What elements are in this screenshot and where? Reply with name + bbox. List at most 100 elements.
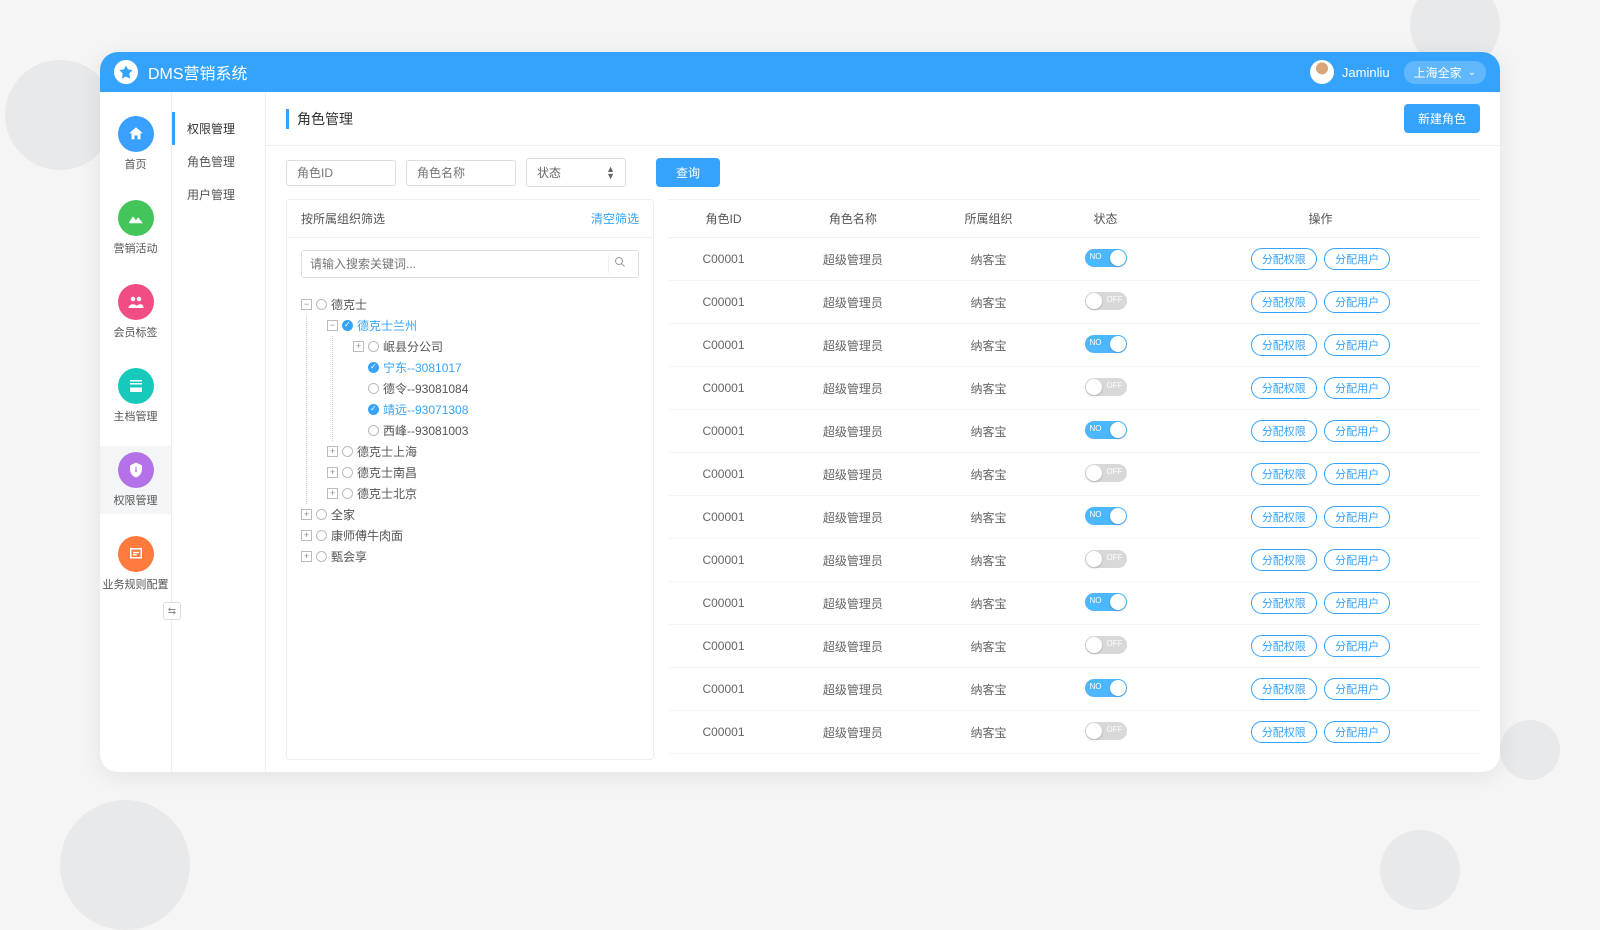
status-toggle[interactable]: NO bbox=[1085, 679, 1127, 697]
subnav-item[interactable]: 角色管理 bbox=[172, 145, 265, 178]
role-id-input[interactable] bbox=[286, 160, 396, 186]
tree-toggle-icon[interactable]: + bbox=[327, 467, 338, 478]
assign-user-button[interactable]: 分配用户 bbox=[1324, 721, 1390, 743]
assign-user-button[interactable]: 分配用户 bbox=[1324, 549, 1390, 571]
assign-user-button[interactable]: 分配用户 bbox=[1324, 592, 1390, 614]
tree-node[interactable]: +甄会享 bbox=[301, 546, 639, 567]
tree-toggle-icon[interactable]: + bbox=[327, 488, 338, 499]
cell-role-id: C00001 bbox=[668, 324, 779, 367]
tree-radio[interactable] bbox=[368, 404, 379, 415]
nav-item[interactable]: 权限管理 bbox=[100, 446, 171, 514]
assign-user-button[interactable]: 分配用户 bbox=[1324, 678, 1390, 700]
status-toggle[interactable]: OFF bbox=[1085, 464, 1127, 482]
nav-item[interactable]: 会员标签 bbox=[100, 278, 171, 346]
assign-user-button[interactable]: 分配用户 bbox=[1324, 377, 1390, 399]
assign-perm-button[interactable]: 分配权限 bbox=[1251, 592, 1317, 614]
nav-item[interactable]: 主档管理 bbox=[100, 362, 171, 430]
query-button[interactable]: 查询 bbox=[656, 158, 720, 187]
status-toggle[interactable]: NO bbox=[1085, 335, 1127, 353]
assign-user-button[interactable]: 分配用户 bbox=[1324, 506, 1390, 528]
status-toggle[interactable]: OFF bbox=[1085, 292, 1127, 310]
tree-toggle-icon[interactable]: − bbox=[301, 299, 312, 310]
tree-radio[interactable] bbox=[342, 320, 353, 331]
assign-user-button[interactable]: 分配用户 bbox=[1324, 635, 1390, 657]
tree-node[interactable]: 西峰--93081003 bbox=[353, 420, 639, 441]
tree-node[interactable]: +德克士北京 bbox=[327, 483, 639, 504]
location-select[interactable]: 上海全家 ⌄ bbox=[1404, 61, 1486, 84]
toggle-knob bbox=[1110, 680, 1126, 696]
tree-label: 德令--93081084 bbox=[383, 380, 468, 397]
tree-radio[interactable] bbox=[316, 551, 327, 562]
tree-node[interactable]: +康师傅牛肉面 bbox=[301, 525, 639, 546]
tree-node[interactable]: 宁东--3081017 bbox=[353, 357, 639, 378]
new-role-button[interactable]: 新建角色 bbox=[1404, 104, 1480, 133]
tree-radio[interactable] bbox=[316, 530, 327, 541]
select-arrows-icon: ▲▼ bbox=[606, 166, 615, 180]
status-select[interactable]: 状态 ▲▼ bbox=[526, 158, 626, 187]
tree-node[interactable]: + 岷县分公司 bbox=[353, 336, 639, 357]
subnav-item[interactable]: 用户管理 bbox=[172, 178, 265, 211]
assign-user-button[interactable]: 分配用户 bbox=[1324, 334, 1390, 356]
tree-toggle-icon[interactable]: + bbox=[353, 341, 364, 352]
avatar[interactable] bbox=[1310, 60, 1334, 84]
tree-node[interactable]: 德令--93081084 bbox=[353, 378, 639, 399]
tree-search-input[interactable] bbox=[310, 257, 608, 271]
assign-perm-button[interactable]: 分配权限 bbox=[1251, 248, 1317, 270]
tree-radio[interactable] bbox=[342, 446, 353, 457]
clear-filter-link[interactable]: 清空筛选 bbox=[591, 210, 639, 227]
tree-radio[interactable] bbox=[342, 467, 353, 478]
role-name-input[interactable] bbox=[406, 160, 516, 186]
status-toggle[interactable]: OFF bbox=[1085, 550, 1127, 568]
assign-perm-button[interactable]: 分配权限 bbox=[1251, 678, 1317, 700]
tree-toggle-icon[interactable]: − bbox=[327, 320, 338, 331]
nav-label: 主档管理 bbox=[114, 408, 158, 424]
assign-perm-button[interactable]: 分配权限 bbox=[1251, 721, 1317, 743]
assign-perm-button[interactable]: 分配权限 bbox=[1251, 291, 1317, 313]
assign-perm-button[interactable]: 分配权限 bbox=[1251, 463, 1317, 485]
cell-status: NO bbox=[1050, 496, 1161, 539]
status-toggle[interactable]: NO bbox=[1085, 249, 1127, 267]
status-toggle[interactable]: NO bbox=[1085, 593, 1127, 611]
tree-node[interactable]: +德克士上海 bbox=[327, 441, 639, 462]
assign-perm-button[interactable]: 分配权限 bbox=[1251, 635, 1317, 657]
tree-radio[interactable] bbox=[368, 341, 379, 352]
nav-item[interactable]: 首页 bbox=[100, 110, 171, 178]
nav-item[interactable]: 营销活动 bbox=[100, 194, 171, 262]
table-row: C00001 超级管理员 纳客宝 OFF 分配权限 分配用户 bbox=[668, 281, 1480, 324]
assign-perm-button[interactable]: 分配权限 bbox=[1251, 334, 1317, 356]
tree-node[interactable]: +德克士南昌 bbox=[327, 462, 639, 483]
tree-toggle-icon[interactable]: + bbox=[301, 509, 312, 520]
assign-user-button[interactable]: 分配用户 bbox=[1324, 248, 1390, 270]
tree-radio[interactable] bbox=[368, 362, 379, 373]
assign-user-button[interactable]: 分配用户 bbox=[1324, 463, 1390, 485]
tree-toggle-icon[interactable]: + bbox=[301, 551, 312, 562]
status-toggle[interactable]: NO bbox=[1085, 421, 1127, 439]
tree-node[interactable]: 靖远--93071308 bbox=[353, 399, 639, 420]
tree-label: 岷县分公司 bbox=[383, 338, 443, 355]
assign-perm-button[interactable]: 分配权限 bbox=[1251, 506, 1317, 528]
collapse-sidebar-button[interactable]: ⇆ bbox=[163, 602, 181, 620]
status-toggle[interactable]: OFF bbox=[1085, 722, 1127, 740]
subnav-item[interactable]: 权限管理 bbox=[172, 112, 265, 145]
assign-perm-button[interactable]: 分配权限 bbox=[1251, 377, 1317, 399]
tree-radio[interactable] bbox=[316, 509, 327, 520]
tree-node[interactable]: −德克士兰州 bbox=[327, 315, 639, 336]
tree-node[interactable]: −德克士 bbox=[301, 294, 639, 315]
assign-perm-button[interactable]: 分配权限 bbox=[1251, 549, 1317, 571]
tree-toggle-icon[interactable]: + bbox=[301, 530, 312, 541]
cell-actions: 分配权限 分配用户 bbox=[1161, 668, 1480, 711]
assign-user-button[interactable]: 分配用户 bbox=[1324, 420, 1390, 442]
tree-toggle-icon[interactable]: + bbox=[327, 446, 338, 457]
tree-radio[interactable] bbox=[316, 299, 327, 310]
status-toggle[interactable]: NO bbox=[1085, 507, 1127, 525]
assign-user-button[interactable]: 分配用户 bbox=[1324, 291, 1390, 313]
assign-perm-button[interactable]: 分配权限 bbox=[1251, 420, 1317, 442]
nav-item[interactable]: 业务规则配置 bbox=[100, 530, 171, 598]
status-toggle[interactable]: OFF bbox=[1085, 378, 1127, 396]
search-icon[interactable] bbox=[608, 255, 630, 273]
tree-radio[interactable] bbox=[368, 383, 379, 394]
tree-radio[interactable] bbox=[368, 425, 379, 436]
tree-radio[interactable] bbox=[342, 488, 353, 499]
status-toggle[interactable]: OFF bbox=[1085, 636, 1127, 654]
tree-node[interactable]: +全家 bbox=[301, 504, 639, 525]
